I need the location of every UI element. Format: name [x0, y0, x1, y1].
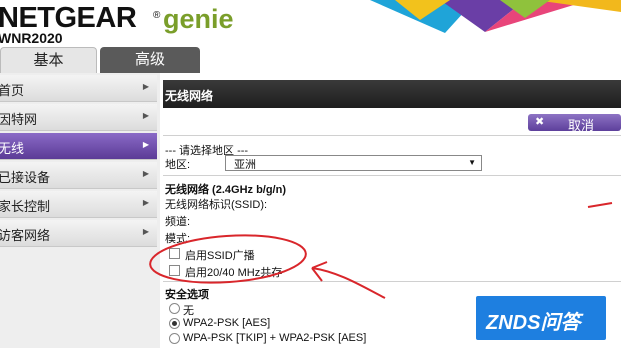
genie-logo: genie	[163, 4, 234, 34]
sidebar-item-label: 首页	[0, 83, 25, 98]
security-option-label: 无	[183, 305, 194, 317]
header: NETGEAR ® genie WNR2020	[0, 0, 621, 48]
ssid-broadcast-checkbox[interactable]	[169, 248, 180, 259]
tab-basic-label: 基本	[33, 52, 64, 69]
tab-basic[interactable]: 基本	[0, 47, 97, 74]
divider	[163, 175, 621, 176]
coexistence-2040-checkbox[interactable]	[169, 265, 180, 276]
coexistence-2040-label: 启用20/40 MHz共存	[185, 267, 283, 279]
close-icon: ✖	[535, 116, 545, 128]
security-heading: 安全选项	[165, 289, 209, 301]
channel-label: 频道:	[165, 216, 191, 228]
tab-advanced-label: 高级	[134, 51, 165, 68]
security-wpa-wpa2-radio[interactable]	[169, 333, 180, 344]
wireless-heading: 无线网络 (2.4GHz b/g/n)	[165, 184, 286, 196]
security-none-radio[interactable]	[169, 303, 180, 314]
sidebar: 首页 ▶ 因特网 ▶ 无线 ▶ 已接设备 ▶ 家长控制 ▶ 访客网络 ▶	[0, 73, 160, 348]
sidebar-item-label: 因特网	[0, 112, 38, 127]
sidebar-item-label: 访客网络	[0, 228, 51, 243]
sidebar-item-wireless[interactable]: 无线 ▶	[0, 133, 157, 160]
mode-label: 模式:	[165, 233, 191, 245]
panel-title-bar: 无线网络	[163, 80, 621, 108]
region-select-value: 亚洲	[234, 159, 256, 171]
model-label: WNR2020	[0, 30, 63, 46]
chevron-right-icon: ▶	[142, 140, 149, 149]
sidebar-item-parental-controls[interactable]: 家长控制 ▶	[0, 191, 157, 218]
region-select[interactable]: 亚洲 ▼	[225, 155, 482, 171]
divider	[163, 281, 621, 282]
chevron-right-icon: ▶	[142, 169, 149, 178]
sidebar-item-attached-devices[interactable]: 已接设备 ▶	[0, 162, 157, 189]
chevron-down-icon: ▼	[468, 158, 476, 167]
registered-mark: ®	[153, 10, 161, 21]
chevron-right-icon: ▶	[142, 198, 149, 207]
sidebar-item-home[interactable]: 首页 ▶	[0, 75, 157, 102]
sidebar-item-internet[interactable]: 因特网 ▶	[0, 104, 157, 131]
cancel-button[interactable]: ✖ 取消	[528, 114, 621, 133]
security-option-label: WPA-PSK [TKIP] + WPA2-PSK [AES]	[183, 332, 367, 344]
decorative-triangles	[300, 0, 621, 40]
chevron-right-icon: ▶	[142, 111, 149, 120]
tab-advanced[interactable]: 高级	[100, 47, 200, 73]
cancel-button-label: 取消	[568, 118, 595, 133]
watermark-text: ZNDS问答	[486, 312, 581, 334]
page-title: 无线网络	[165, 89, 214, 103]
watermark-badge: ZNDS问答	[476, 296, 606, 340]
sidebar-item-label: 已接设备	[0, 170, 51, 185]
sidebar-item-label: 家长控制	[0, 199, 51, 214]
ssid-broadcast-label: 启用SSID广播	[185, 250, 255, 262]
sidebar-item-guest-network[interactable]: 访客网络 ▶	[0, 220, 157, 247]
security-wpa2-radio[interactable]	[169, 318, 180, 329]
chevron-right-icon: ▶	[142, 227, 149, 236]
region-label: 地区:	[165, 159, 191, 171]
divider	[163, 135, 621, 136]
security-option-label: WPA2-PSK [AES]	[183, 317, 271, 329]
sidebar-item-label: 无线	[0, 141, 25, 156]
ssid-label: 无线网络标识(SSID):	[165, 199, 268, 211]
chevron-right-icon: ▶	[142, 82, 149, 91]
